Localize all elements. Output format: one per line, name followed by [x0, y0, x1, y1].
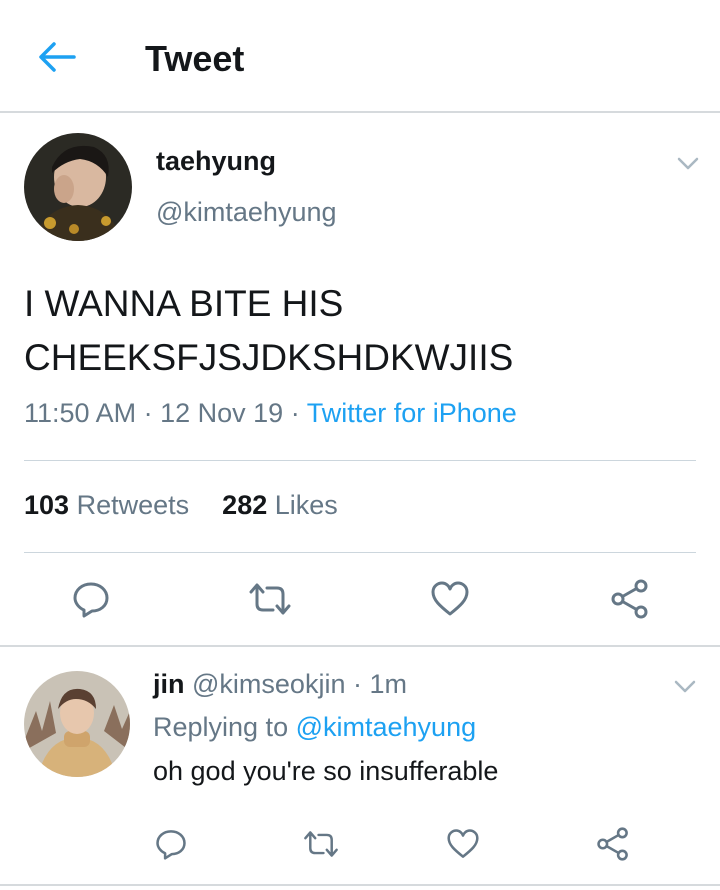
- share-icon[interactable]: [596, 827, 630, 861]
- user-handle[interactable]: @kimtaehyung: [156, 197, 337, 228]
- retweet-icon[interactable]: [302, 830, 340, 858]
- meta-separator: ·: [290, 398, 307, 428]
- chevron-down-icon[interactable]: [677, 157, 699, 171]
- meta-separator: ·: [352, 669, 362, 699]
- reply-display-name[interactable]: jin: [153, 669, 185, 699]
- like-icon[interactable]: [430, 580, 470, 618]
- replying-handle-link[interactable]: @kimtaehyung: [296, 712, 477, 742]
- divider: [24, 552, 696, 553]
- share-icon[interactable]: [610, 579, 650, 619]
- divider: [24, 460, 696, 461]
- reply-header: jin @kimseokjin · 1m: [153, 669, 407, 700]
- tweet-source-link[interactable]: Twitter for iPhone: [307, 398, 517, 428]
- tweet-text: I WANNA BITE HIS CHEEKSFJSJDKSHDKWJIIS: [24, 277, 704, 385]
- tweet-text-line: I WANNA BITE HIS: [24, 283, 344, 324]
- like-icon[interactable]: [446, 828, 480, 860]
- avatar[interactable]: [24, 133, 132, 241]
- retweet-count: 103: [24, 490, 70, 520]
- replying-prefix: Replying to: [153, 712, 289, 742]
- section-divider: [0, 884, 720, 886]
- retweets-stat[interactable]: 103 Retweets: [24, 490, 189, 520]
- reply-text: oh god you're so insufferable: [153, 756, 499, 786]
- chevron-down-icon[interactable]: [674, 680, 696, 694]
- meta-separator: ·: [143, 398, 161, 428]
- reply-handle[interactable]: @kimseokjin: [192, 669, 345, 699]
- tweet-meta: 11:50 AM · 12 Nov 19 · Twitter for iPhon…: [24, 398, 517, 429]
- top-bar: Tweet: [0, 0, 720, 113]
- retweet-label: Retweets: [76, 490, 190, 520]
- tweet-time: 11:50 AM: [24, 398, 137, 428]
- like-count: 282: [222, 490, 268, 520]
- page-title: Tweet: [145, 38, 245, 79]
- reply-age: 1m: [369, 669, 408, 699]
- engagement-stats: 103 Retweets 282 Likes: [24, 490, 338, 521]
- replying-to: Replying to @kimtaehyung: [153, 712, 476, 743]
- likes-stat[interactable]: 282 Likes: [222, 490, 338, 520]
- reply-icon[interactable]: [72, 580, 110, 618]
- tweet-text-line: CHEEKSFJSJDKSHDKWJIIS: [24, 337, 514, 378]
- back-arrow-icon[interactable]: [36, 40, 76, 74]
- section-divider: [0, 645, 720, 647]
- reply-icon[interactable]: [155, 828, 187, 860]
- retweet-icon[interactable]: [247, 582, 293, 616]
- avatar[interactable]: [24, 671, 130, 777]
- tweet-date: 12 Nov 19: [160, 398, 284, 428]
- display-name[interactable]: taehyung: [156, 146, 276, 177]
- like-label: Likes: [274, 490, 338, 520]
